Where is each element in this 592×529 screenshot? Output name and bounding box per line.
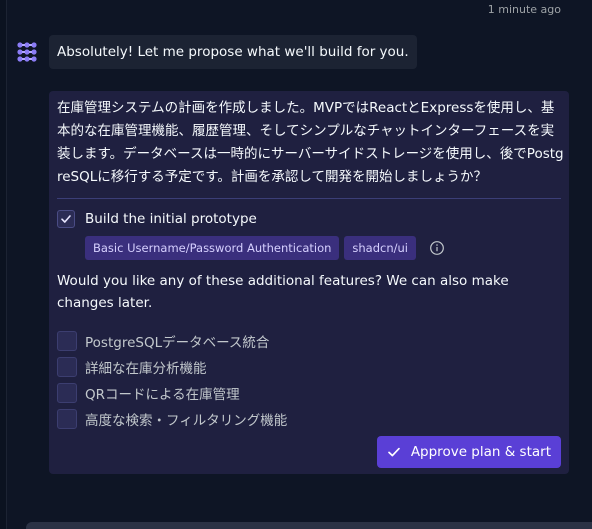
feature-checkbox[interactable] [57, 331, 77, 351]
message-timestamp: 1 minute ago [487, 3, 561, 16]
feature-label: 高度な検索・フィルタリング機能 [85, 413, 288, 429]
prototype-label: Build the initial prototype [85, 211, 257, 227]
feature-checkbox[interactable] [57, 383, 77, 403]
tag-auth: Basic Username/Password Authentication [85, 236, 340, 260]
agent-greeting-message: Absolutely! Let me propose what we'll bu… [49, 35, 417, 69]
feature-item[interactable]: PostgreSQLデータベース統合 [57, 328, 561, 354]
feature-label: PostgreSQLデータベース統合 [85, 335, 270, 351]
feature-item[interactable]: 詳細な在庫分析機能 [57, 354, 561, 380]
feature-list: PostgreSQLデータベース統合 詳細な在庫分析機能 QRコードによる在庫管… [57, 328, 561, 432]
tag-shadcn: shadcn/ui [344, 236, 416, 260]
prototype-tags: Basic Username/Password Authentication s… [85, 236, 561, 260]
feature-checkbox[interactable] [57, 409, 77, 429]
feature-label: 詳細な在庫分析機能 [85, 361, 207, 377]
prototype-checkbox[interactable] [57, 210, 75, 228]
check-icon [387, 445, 401, 459]
info-icon[interactable] [429, 240, 445, 256]
feature-item[interactable]: QRコードによる在庫管理 [57, 380, 561, 406]
feature-checkbox[interactable] [57, 357, 77, 377]
left-rail [0, 0, 7, 529]
divider [57, 198, 561, 199]
approve-plan-label: Approve plan & start [410, 444, 551, 460]
additional-features-question: Would you like any of these additional f… [57, 273, 509, 311]
approve-plan-button[interactable]: Approve plan & start [376, 436, 561, 468]
plan-card: 在庫管理システムの計画を作成しました。MVPではReactとExpressを使用… [49, 91, 569, 474]
agent-logo-icon [16, 41, 38, 63]
check-icon [61, 215, 71, 223]
prototype-row: Build the initial prototype [57, 208, 561, 230]
feature-label: QRコードによる在庫管理 [85, 387, 240, 403]
plan-description: 在庫管理システムの計画を作成しました。MVPではReactとExpressを使用… [57, 100, 564, 185]
feature-item[interactable]: 高度な検索・フィルタリング機能 [57, 406, 561, 432]
chat-input-edge [26, 522, 592, 529]
